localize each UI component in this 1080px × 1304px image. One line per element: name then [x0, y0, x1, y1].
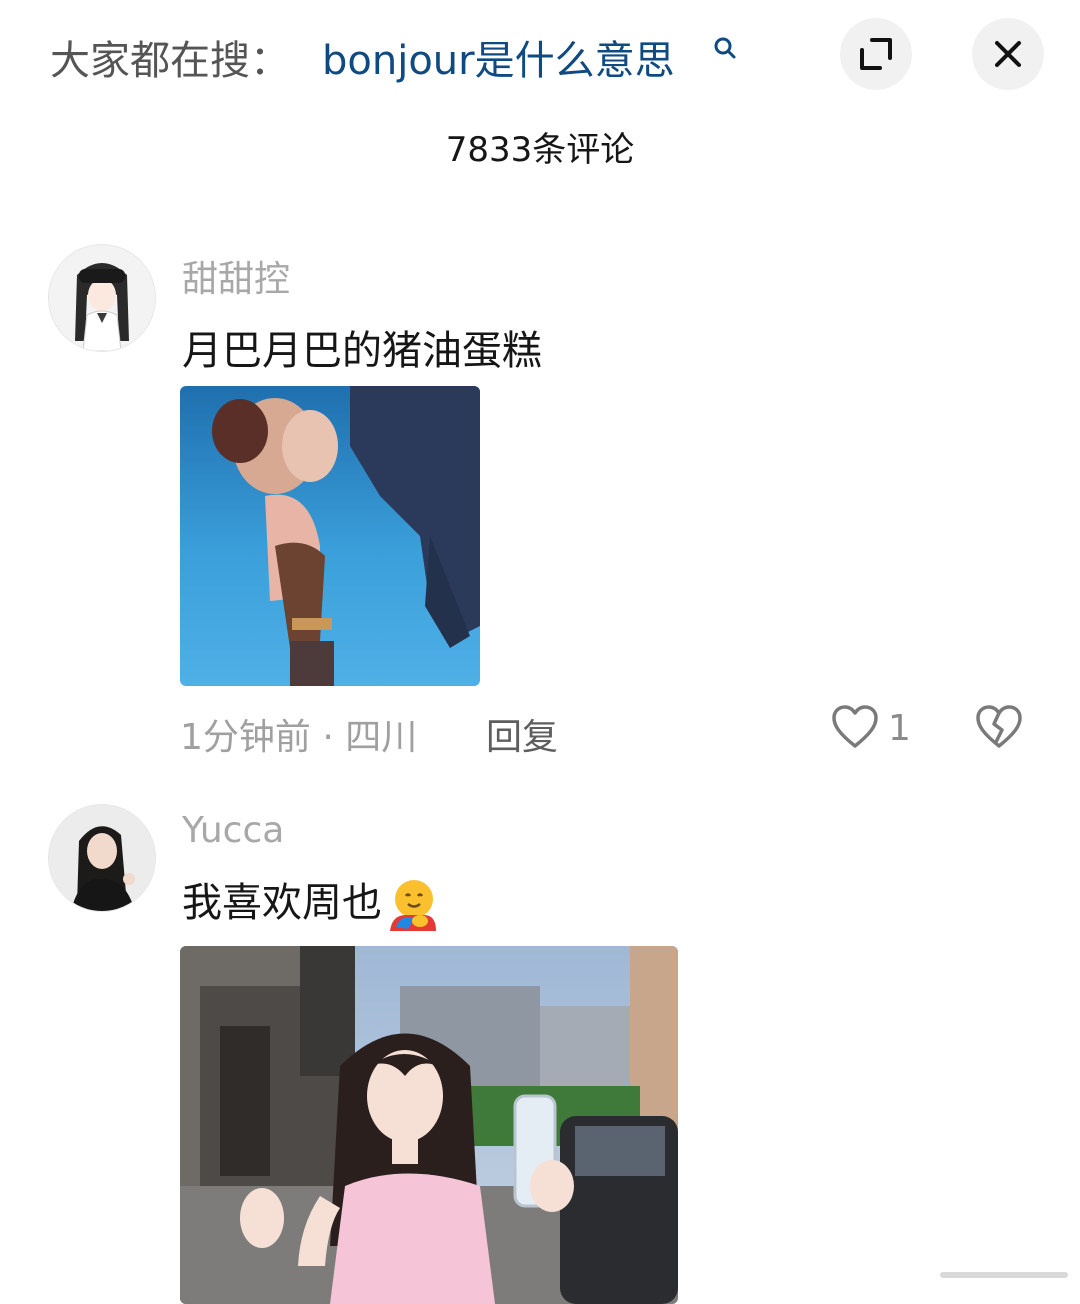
trending-search-link[interactable]: bonjour是什么意思 [322, 28, 675, 86]
close-icon [995, 41, 1021, 67]
broken-heart-icon[interactable] [974, 704, 1024, 750]
search-icon[interactable] [712, 36, 740, 64]
heart-icon[interactable] [830, 704, 880, 750]
expand-button[interactable] [840, 18, 912, 90]
expand-icon [860, 38, 892, 70]
comment-count: 7833条评论 [445, 130, 635, 170]
hugging-face-emoji-icon [390, 880, 436, 931]
trending-search-label: 大家都在搜： [50, 38, 290, 84]
comment-image[interactable] [180, 386, 480, 686]
comment-text: 我喜欢周也 [182, 870, 440, 933]
avatar[interactable] [48, 804, 156, 912]
reply-button[interactable]: 回复 [486, 708, 558, 760]
comment-text: 月巴月巴的猪油蛋糕 [182, 328, 542, 374]
close-button[interactable] [972, 18, 1044, 90]
comment-username[interactable]: Yucca [182, 810, 284, 851]
comment-username[interactable]: 甜甜控 [182, 250, 290, 302]
like-count: 1 [888, 708, 911, 749]
comment-text-content: 我喜欢周也 [182, 880, 382, 926]
comment-image[interactable] [180, 946, 678, 1304]
comment-time-location: 1分钟前 · 四川 [180, 717, 418, 758]
top-bar: 大家都在搜： bonjour是什么意思 [0, 0, 1080, 110]
home-indicator [940, 1272, 1068, 1278]
avatar[interactable] [48, 244, 156, 352]
